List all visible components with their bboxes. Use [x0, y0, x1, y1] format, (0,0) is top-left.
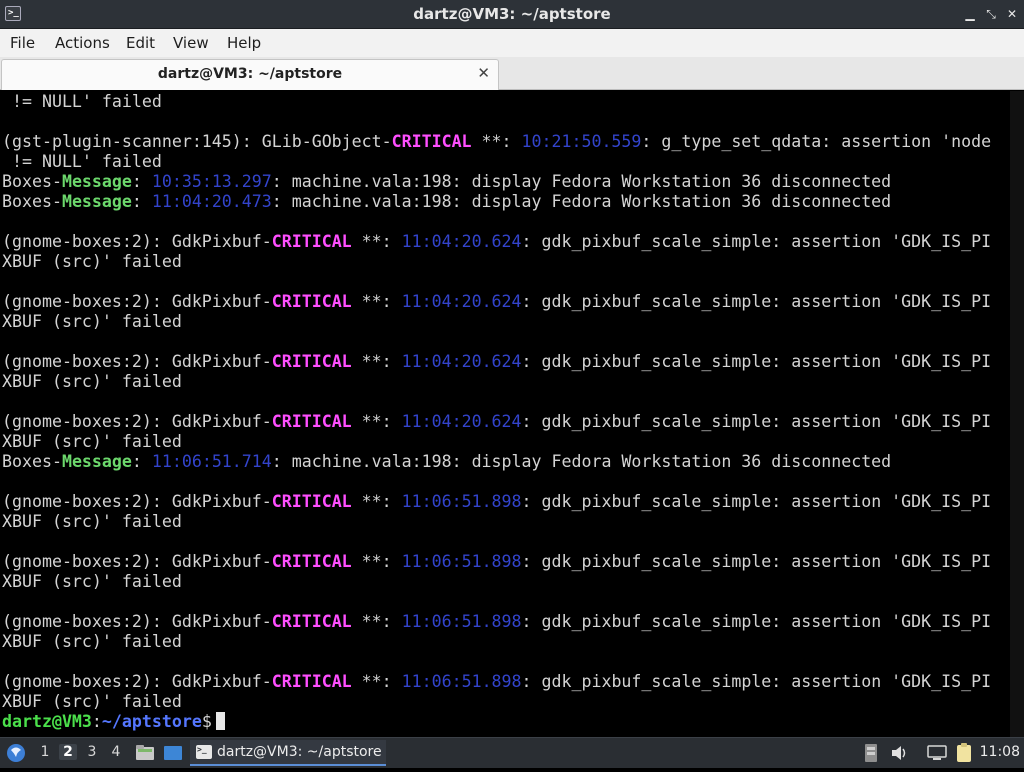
display-icon[interactable]: [926, 738, 948, 768]
terminal-line: XBUF (src)' failed: [2, 432, 182, 451]
file-manager-icon[interactable]: [134, 738, 156, 768]
terminal-line: (gnome-boxes:2): GdkPixbuf-CRITICAL **: …: [2, 612, 992, 631]
workspace-3[interactable]: 3: [83, 744, 101, 760]
terminal-line: XBUF (src)' failed: [2, 512, 182, 531]
clipboard-icon[interactable]: [953, 738, 975, 768]
terminal-line: Boxes-Message: 10:35:13.297: machine.val…: [2, 172, 892, 191]
prompt-symbol: $: [201, 712, 212, 731]
terminal-line: Boxes-Message: 11:04:20.473: machine.val…: [2, 192, 892, 211]
minimize-button[interactable]: ▁: [962, 6, 978, 22]
terminal-icon: [196, 745, 212, 759]
maximize-button[interactable]: ⤡: [983, 6, 999, 22]
prompt-path: ~/aptstore: [101, 712, 202, 731]
terminal-line: (gnome-boxes:2): GdkPixbuf-CRITICAL **: …: [2, 552, 992, 571]
clock[interactable]: 11:08: [980, 744, 1020, 760]
terminal-line: XBUF (src)' failed: [2, 572, 182, 591]
terminal-prompt[interactable]: dartz@VM3:~/aptstore$: [2, 712, 225, 732]
menu-view[interactable]: View: [173, 34, 209, 52]
prompt-separator: :: [91, 712, 102, 731]
window-titlebar[interactable]: >_ dartz@VM3: ~/aptstore ▁ ⤡ ✕: [0, 0, 1024, 29]
network-icon[interactable]: [862, 738, 880, 768]
terminal-line: (gnome-boxes:2): GdkPixbuf-CRITICAL **: …: [2, 492, 992, 511]
text-cursor: [215, 712, 225, 730]
window-title: dartz@VM3: ~/aptstore: [413, 5, 611, 23]
terminal-scrollbar[interactable]: [1010, 91, 1024, 737]
task-label: dartz@VM3: ~/aptstore: [217, 744, 382, 760]
workspace-1[interactable]: 1: [36, 744, 54, 760]
workspace-2[interactable]: 2: [59, 744, 77, 760]
tab-close-icon[interactable]: ✕: [477, 64, 490, 82]
menu-edit[interactable]: Edit: [126, 34, 155, 52]
terminal-line: XBUF (src)' failed: [2, 312, 182, 331]
terminal-line: (gst-plugin-scanner:145): GLib-GObject-C…: [2, 132, 992, 151]
terminal-line: != NULL' failed: [2, 92, 162, 111]
tab-bar: dartz@VM3: ~/aptstore ✕: [0, 57, 1024, 90]
terminal-line: (gnome-boxes:2): GdkPixbuf-CRITICAL **: …: [2, 232, 992, 251]
tab-label: dartz@VM3: ~/aptstore: [157, 66, 343, 82]
taskbar-task-terminal[interactable]: dartz@VM3: ~/aptstore: [190, 740, 386, 766]
terminal-line: XBUF (src)' failed: [2, 372, 182, 391]
terminal-output[interactable]: != NULL' failed (gst-plugin-scanner:145):…: [0, 91, 1010, 737]
menu-help[interactable]: Help: [227, 34, 261, 52]
desktop-icon[interactable]: [162, 738, 184, 768]
menu-file[interactable]: File: [10, 34, 35, 52]
workspace-4[interactable]: 4: [107, 744, 125, 760]
terminal-line: (gnome-boxes:2): GdkPixbuf-CRITICAL **: …: [2, 292, 992, 311]
terminal-line: (gnome-boxes:2): GdkPixbuf-CRITICAL **: …: [2, 412, 992, 431]
terminal-line: XBUF (src)' failed: [2, 252, 182, 271]
prompt-user-host: dartz@VM3: [2, 712, 92, 731]
taskbar: 1 2 3 4 dartz@VM3: ~/aptstore: [0, 737, 1024, 768]
menu-bar: File Actions Edit View Help: [0, 29, 1024, 57]
menu-actions[interactable]: Actions: [55, 34, 110, 52]
close-button[interactable]: ✕: [1004, 6, 1020, 22]
terminal-line: XBUF (src)' failed: [2, 692, 182, 711]
terminal-line: != NULL' failed: [2, 152, 162, 171]
volume-icon[interactable]: [889, 738, 909, 768]
terminal-line: (gnome-boxes:2): GdkPixbuf-CRITICAL **: …: [2, 672, 992, 691]
start-menu-icon[interactable]: [4, 738, 28, 768]
terminal-line: Boxes-Message: 11:06:51.714: machine.val…: [2, 452, 892, 471]
tab-terminal[interactable]: dartz@VM3: ~/aptstore ✕: [1, 59, 499, 90]
terminal-line: (gnome-boxes:2): GdkPixbuf-CRITICAL **: …: [2, 352, 992, 371]
terminal-line: XBUF (src)' failed: [2, 632, 182, 651]
